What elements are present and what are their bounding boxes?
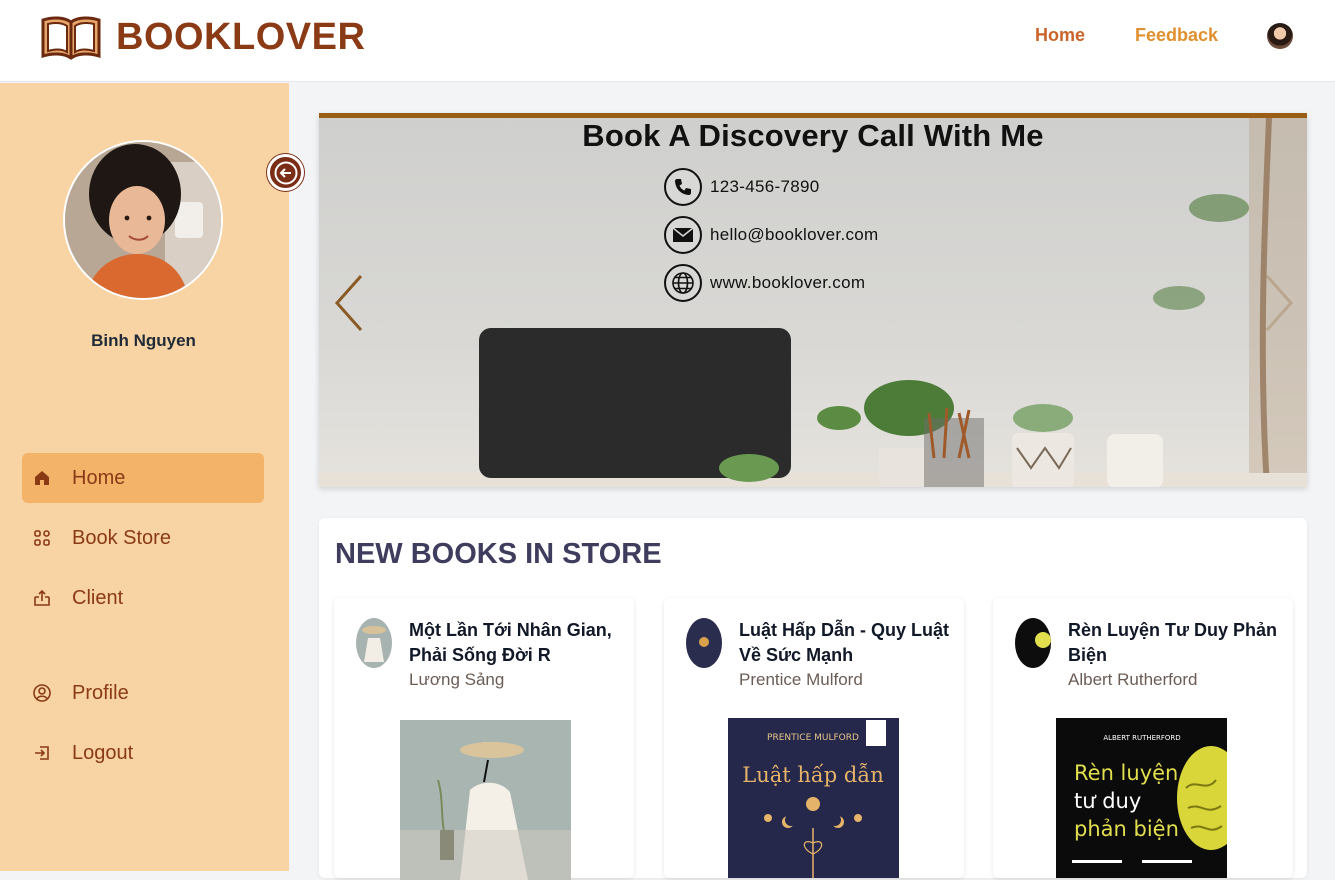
user-circle-icon bbox=[22, 683, 62, 703]
carousel-next-button[interactable] bbox=[1257, 268, 1297, 338]
cover-title-text: Luật hấp dẫn bbox=[742, 763, 883, 787]
sidebar-item-label: Book Store bbox=[72, 526, 171, 549]
mail-icon bbox=[664, 216, 702, 254]
banner-website: www.booklover.com bbox=[664, 264, 865, 302]
book-card[interactable]: Rèn Luyện Tư Duy Phản Biện Albert Ruther… bbox=[993, 598, 1293, 878]
chevron-right-icon bbox=[1265, 275, 1294, 331]
book-cover: PRENTICE MULFORD Luật hấp dẫn bbox=[728, 718, 899, 878]
phone-icon bbox=[664, 168, 702, 206]
grid-icon bbox=[22, 529, 62, 547]
book-title: Luật Hấp Dẫn - Quy Luật Về Sức Mạnh bbox=[739, 620, 950, 665]
sidebar-item-home[interactable]: Home bbox=[22, 453, 264, 503]
box-upload-icon bbox=[22, 589, 62, 607]
nav-home-link[interactable]: Home bbox=[1035, 25, 1085, 46]
book-card[interactable]: Một Lần Tới Nhân Gian, Phải Sống Đời R L… bbox=[334, 598, 634, 880]
book-author: Lương Sảng bbox=[409, 670, 505, 689]
globe-icon bbox=[664, 264, 702, 302]
cover-author-text: PRENTICE MULFORD bbox=[767, 733, 859, 743]
home-icon bbox=[22, 469, 62, 487]
user-avatar[interactable] bbox=[1267, 23, 1293, 49]
sidebar-item-book-store[interactable]: Book Store bbox=[22, 513, 264, 563]
new-books-section: NEW BOOKS IN STORE Một Lần Tới Nhân Gian… bbox=[319, 518, 1307, 880]
book-thumbnail bbox=[356, 618, 392, 668]
cover-title-line: phản biện bbox=[1074, 817, 1179, 841]
banner-title: Book A Discovery Call With Me bbox=[582, 118, 1044, 153]
sidebar-item-label: Profile bbox=[72, 681, 129, 704]
sidebar-username: Binh Nguyen bbox=[91, 331, 196, 350]
sidebar-item-label: Client bbox=[72, 586, 124, 609]
profile-photo bbox=[63, 140, 223, 300]
sidebar-item-profile[interactable]: Profile bbox=[22, 668, 264, 718]
sidebar-item-label: Home bbox=[72, 466, 126, 489]
banner-email: hello@booklover.com bbox=[664, 216, 879, 254]
sidebar-item-logout[interactable]: Logout bbox=[22, 728, 264, 778]
sidebar-item-client[interactable]: Client bbox=[22, 573, 264, 623]
book-cover bbox=[400, 720, 571, 880]
nav-feedback-link[interactable]: Feedback bbox=[1135, 25, 1218, 46]
arrow-left-circle-icon bbox=[274, 161, 297, 184]
banner-carousel[interactable]: Book A Discovery Call With Me 123-456-78… bbox=[319, 113, 1307, 487]
banner-phone: 123-456-7890 bbox=[664, 168, 819, 206]
brand-logo[interactable]: BOOKLOVER bbox=[40, 14, 365, 60]
cover-title-line: tư duy bbox=[1074, 789, 1141, 813]
book-author: Albert Rutherford bbox=[1068, 670, 1198, 689]
book-title: Một Lần Tới Nhân Gian, Phải Sống Đời R bbox=[409, 620, 612, 665]
cover-title-line: Rèn luyện bbox=[1074, 761, 1178, 785]
section-title: NEW BOOKS IN STORE bbox=[335, 538, 662, 570]
book-title: Rèn Luyện Tư Duy Phản Biện bbox=[1068, 620, 1278, 665]
book-card[interactable]: Luật Hấp Dẫn - Quy Luật Về Sức Mạnh Pren… bbox=[664, 598, 964, 878]
sidebar-collapse-button[interactable] bbox=[267, 154, 304, 191]
book-thumbnail bbox=[686, 618, 722, 668]
sidebar-item-label: Logout bbox=[72, 741, 134, 764]
logout-icon bbox=[22, 744, 62, 762]
top-header: BOOKLOVER Home Feedback bbox=[0, 0, 1335, 82]
book-author: Prentice Mulford bbox=[739, 670, 863, 689]
brand-name: BOOKLOVER bbox=[116, 15, 366, 58]
open-book-icon bbox=[41, 16, 101, 60]
book-cover: ALBERT RUTHERFORD Rèn luyện tư duy phản … bbox=[1056, 718, 1227, 878]
sidebar: Binh Nguyen Home Book Store Client Profi… bbox=[0, 83, 289, 871]
chevron-left-icon bbox=[334, 275, 363, 331]
book-thumbnail bbox=[1015, 618, 1051, 668]
cover-author-text: ALBERT RUTHERFORD bbox=[1103, 734, 1180, 742]
carousel-prev-button[interactable] bbox=[331, 268, 371, 338]
